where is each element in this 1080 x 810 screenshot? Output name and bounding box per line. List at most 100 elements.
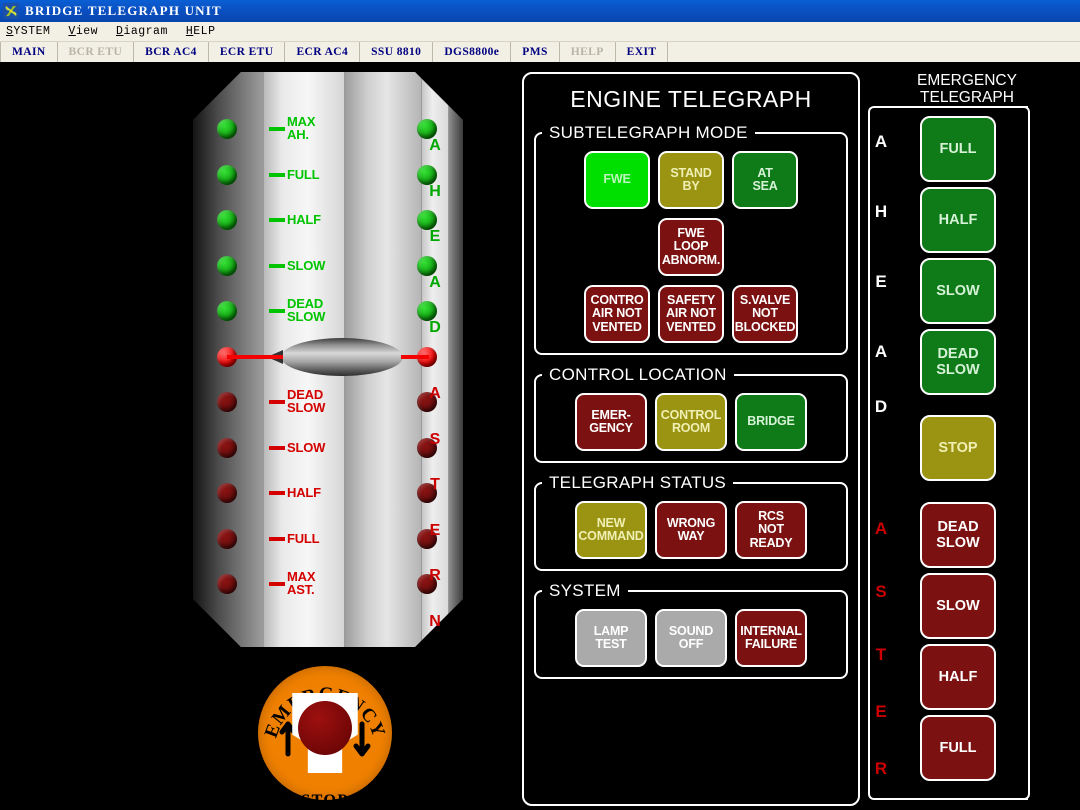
dial-astern-tick-4 xyxy=(269,536,285,541)
toolbar-tab-bcr-etu: BCR ETU xyxy=(58,42,135,62)
dial-ahead-letter-1: A xyxy=(429,137,441,154)
dial-ahead-tick-4 xyxy=(269,263,285,268)
menu-diagram[interactable]: Diagram xyxy=(116,25,168,38)
dial-pointer-line-2 xyxy=(401,354,429,359)
lamp-button-fwe-loop-abnorm-[interactable]: FWE LOOP ABNORM. xyxy=(658,218,724,276)
button-row: NEW COMMAND WRONG WAY RCS NOT READY xyxy=(542,501,840,559)
dial-astern-letter-5: R xyxy=(429,567,441,584)
lamp-button-bridge[interactable]: BRIDGE xyxy=(735,393,807,451)
dial-astern-letter-1: A xyxy=(429,385,441,402)
toolbar-tab-exit[interactable]: EXIT xyxy=(616,42,669,62)
emergency-stop-face[interactable]: EMERGENCY xyxy=(258,666,392,800)
lamp-button-at-sea[interactable]: AT SEA xyxy=(732,151,798,209)
etg-ahead-letter-2: H xyxy=(874,202,888,221)
dial-ahead-label-3: HALF xyxy=(287,212,321,227)
etg-button-4-stop[interactable]: STOP xyxy=(920,415,996,481)
panel-groups: SUBTELEGRAPH MODE FWE STAND BY AT SEA FWE LO… xyxy=(524,123,858,679)
dial-ahead-label-4: SLOW xyxy=(287,257,326,273)
toolbar-tab-main[interactable]: MAIN xyxy=(0,42,58,62)
dial-led-left-9 xyxy=(217,483,237,503)
button-row: EMER- GENCY CONTROL ROOM BRIDGE xyxy=(542,393,840,451)
etg-ahead-letter-1: A xyxy=(874,132,888,151)
etg-button-0-full[interactable]: FULL xyxy=(920,116,996,182)
lamp-button-wrong-way[interactable]: WRONG WAY xyxy=(655,501,727,559)
lamp-button-s-valve-not-blocked[interactable]: S.VALVE NOT BLOCKED xyxy=(732,285,798,343)
lamp-button-contro-air-not-vented[interactable]: CONTRO AIR NOT VENTED xyxy=(584,285,650,343)
emergency-telegraph-panel: EMERGENCY TELEGRAPH FULL HALF SLOW DEAD SLO… xyxy=(862,72,1072,810)
lamp-button-fwe[interactable]: FWE xyxy=(584,151,650,209)
button-row: CONTRO AIR NOT VENTED SAFETY AIR NOT VENT… xyxy=(542,285,840,343)
lamp-button-internal-failure[interactable]: INTERNAL FAILURE xyxy=(735,609,807,667)
toolbar-tab-bcr-ac4[interactable]: BCR AC4 xyxy=(134,42,209,62)
toolbar-tab-ssu-8810[interactable]: SSU 8810 xyxy=(360,42,434,62)
dial-astern-tick-5 xyxy=(269,582,285,586)
dial-astern-letter-2: S xyxy=(429,430,441,448)
toolbar-tab-dgs8800e[interactable]: DGS8800e xyxy=(433,42,512,62)
dial-led-left-11 xyxy=(217,574,237,594)
propeller-icon xyxy=(3,3,19,19)
dial-ahead-letter-4: A xyxy=(429,273,441,291)
etg-ahead-letter-3: E xyxy=(875,272,887,291)
etg-button-2-slow[interactable]: SLOW xyxy=(920,258,996,324)
lamp-button-control-room[interactable]: CONTROL ROOM xyxy=(655,393,727,451)
etg-button-1-half[interactable]: HALF xyxy=(920,187,996,253)
telegraph-dial: MAX AH. FULL HALF SLOW DEAD SLOW DEAD SLOW SLO… xyxy=(185,72,470,662)
dial-ahead-label-1: MAX AH. xyxy=(287,114,316,142)
etg-astern-letter-5: R xyxy=(874,759,888,778)
dial-astern-label-4: FULL xyxy=(287,530,320,546)
dial-ahead-tick-2 xyxy=(269,172,285,177)
lamp-button-emer-gency[interactable]: EMER- GENCY xyxy=(575,393,647,451)
button-row: FWE LOOP ABNORM. xyxy=(542,218,840,276)
dial-astern-letter-6: N xyxy=(429,612,441,630)
menu-system[interactable]: SYSTEM xyxy=(6,25,50,38)
dial-ahead-tick-1 xyxy=(269,127,285,131)
dial-led-left-8 xyxy=(217,437,237,458)
emergency-stop-dot[interactable] xyxy=(298,700,352,755)
dial-ahead-letter-5: D xyxy=(429,319,441,336)
toolbar-tab-pms[interactable]: PMS xyxy=(511,42,560,62)
lamp-button-lamp-test[interactable]: LAMP TEST xyxy=(575,609,647,667)
page-title: ENGINE TELEGRAPH xyxy=(570,86,812,112)
lamp-button-rcs-not-ready[interactable]: RCS NOT READY xyxy=(735,501,807,559)
menu-help[interactable]: HELP xyxy=(186,25,216,38)
dial-led-right-2 xyxy=(417,164,437,185)
etg-button-5-dead-slow[interactable]: DEAD SLOW xyxy=(920,502,996,568)
dial-astern-letter-4: E xyxy=(429,521,441,539)
dial-led-right-4 xyxy=(417,255,437,276)
emergency-telegraph-title: EMERGENCY TELEGRAPH xyxy=(917,72,1017,106)
dial-astern-label-3: HALF xyxy=(287,485,321,500)
menu-view[interactable]: View xyxy=(68,25,98,38)
etg-button-7-half[interactable]: HALF xyxy=(920,644,996,710)
dial-astern-label-5: MAX AST. xyxy=(287,569,316,597)
group-legend-telegraph-status: TELEGRAPH STATUS xyxy=(549,473,727,492)
dial-astern-label-1: DEAD SLOW xyxy=(287,387,326,415)
dial-led-left-7 xyxy=(217,392,237,412)
dial-led-left-3 xyxy=(217,210,237,230)
emergency-telegraph-bracket-right xyxy=(1002,106,1030,800)
dial-led-right-5 xyxy=(417,301,437,321)
lamp-button-new-command[interactable]: NEW COMMAND xyxy=(575,501,647,559)
lamp-button-safety-air-not-vented[interactable]: SAFETY AIR NOT VENTED xyxy=(658,285,724,343)
lamp-button-sound-off[interactable]: SOUND OFF xyxy=(655,609,727,667)
lamp-button-stand-by[interactable]: STAND BY xyxy=(658,151,724,209)
toolbar-tab-ecr-etu[interactable]: ECR ETU xyxy=(209,42,286,62)
etg-button-6-slow[interactable]: SLOW xyxy=(920,573,996,639)
etg-button-3-dead-slow[interactable]: DEAD SLOW xyxy=(920,329,996,395)
group-legend-control-location: CONTROL LOCATION xyxy=(549,365,727,384)
etg-astern-letter-1: A xyxy=(874,519,888,538)
menu-diagram-label: iagram xyxy=(123,25,168,38)
emergency-stop-bottom-label: STOP xyxy=(301,792,349,809)
dial-pointer xyxy=(267,337,403,376)
toolbar-tabs: MAIN BCR ETU BCR AC4 ECR ETU ECR AC4 SSU 8810… xyxy=(0,42,1080,64)
etg-button-8-full[interactable]: FULL xyxy=(920,715,996,781)
dial-astern-tick-1 xyxy=(269,400,285,404)
dial-ahead-tick-3 xyxy=(269,218,285,222)
group-legend-system: SYSTEM xyxy=(549,581,621,600)
button-row: FWE STAND BY AT SEA xyxy=(542,151,840,209)
etg-ahead-letter-5: D xyxy=(874,397,888,416)
window-titlebar: BRIDGE TELEGRAPH UNIT xyxy=(0,0,1080,22)
emergency-stop-button[interactable]: EMERGENCY STOP xyxy=(250,662,400,810)
dial-led-left-5 xyxy=(217,301,237,321)
dial-led-right-1 xyxy=(417,119,437,139)
toolbar-tab-ecr-ac4[interactable]: ECR AC4 xyxy=(285,42,361,62)
